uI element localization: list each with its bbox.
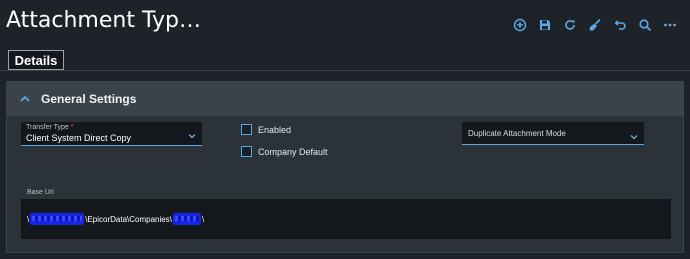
save-button[interactable] <box>532 14 557 36</box>
company-default-label: Company Default <box>258 146 328 157</box>
base-uri-path: \EpicorData\Companies\ <box>85 214 172 224</box>
page-title: Attachment Typ… <box>6 8 201 33</box>
panel-header[interactable]: General Settings <box>7 82 683 116</box>
save-icon <box>539 20 550 30</box>
page-header: Attachment Typ… <box>0 0 690 48</box>
tab-details[interactable]: Details <box>8 50 64 70</box>
search-button[interactable] <box>632 14 657 36</box>
enabled-label: Enabled <box>258 124 292 135</box>
transfer-type-value: Client System Direct Copy <box>26 133 132 143</box>
base-uri-suffix: \ <box>201 214 205 224</box>
chevron-down-icon <box>188 134 196 139</box>
redaction-mark <box>172 213 201 225</box>
required-mark: * <box>70 124 74 131</box>
base-uri-prefix: \ <box>27 214 30 224</box>
base-uri-field[interactable]: \ \EpicorData\Companies\ \ <box>21 199 671 239</box>
refresh-icon <box>564 20 575 30</box>
enabled-checkbox-box[interactable] <box>241 124 252 135</box>
clear-button[interactable] <box>582 14 607 36</box>
duplicate-attachment-mode-value: Duplicate Attachment Mode <box>468 129 566 138</box>
duplicate-attachment-mode-select[interactable]: Duplicate Attachment Mode <box>462 122 644 145</box>
more-button[interactable] <box>657 14 682 36</box>
undo-button[interactable] <box>607 14 632 36</box>
transfer-type-label-text: Transfer Type <box>26 124 69 131</box>
clear-icon <box>589 18 601 31</box>
transfer-type-label: Transfer Type * <box>26 124 73 131</box>
more-icon <box>663 23 676 27</box>
transfer-type-select[interactable]: Transfer Type * Client System Direct Cop… <box>21 122 202 146</box>
company-default-checkbox[interactable]: Company Default <box>241 146 328 157</box>
enabled-checkbox[interactable]: Enabled <box>241 124 291 135</box>
add-button[interactable] <box>507 14 532 36</box>
chevron-down-icon <box>630 135 638 140</box>
undo-icon <box>614 20 626 30</box>
panel-title: General Settings <box>41 92 137 106</box>
base-uri-label: Base Uri <box>27 189 54 196</box>
chevron-up-icon <box>20 95 30 102</box>
company-default-checkbox-box[interactable] <box>241 146 252 157</box>
toolbar <box>507 14 682 36</box>
redaction-mark <box>30 213 85 225</box>
refresh-button[interactable] <box>557 14 582 36</box>
general-settings-panel: General Settings Transfer Type * Client … <box>6 81 684 253</box>
tab-divider <box>0 70 690 71</box>
add-icon <box>513 18 526 32</box>
search-icon <box>638 19 651 32</box>
base-uri-value: \ \EpicorData\Companies\ \ <box>27 213 204 225</box>
